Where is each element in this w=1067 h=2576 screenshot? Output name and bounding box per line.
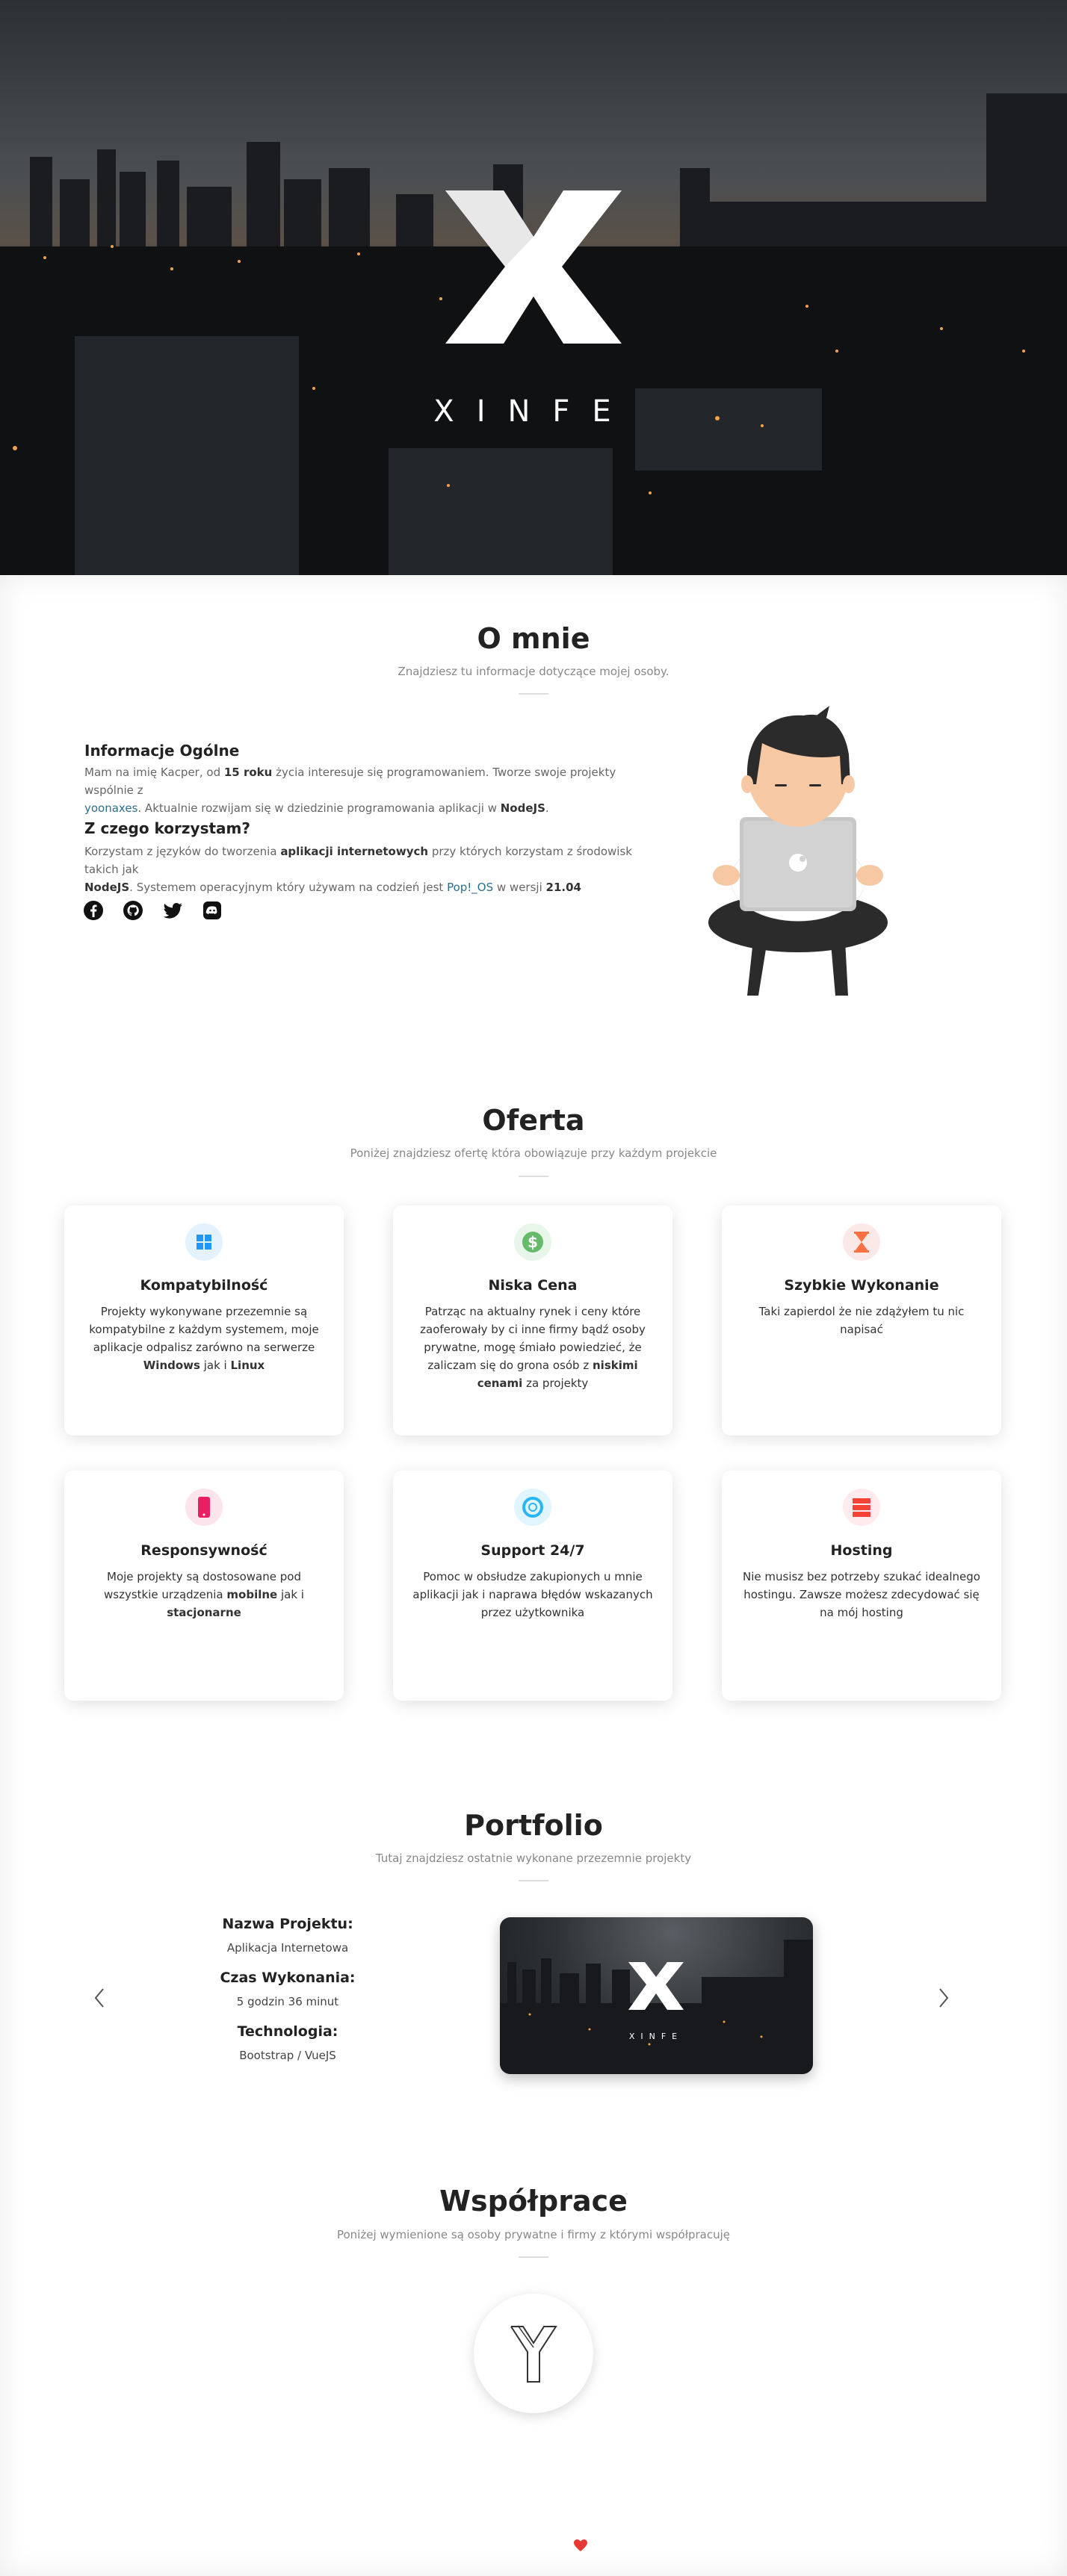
offer-card: Szybkie Wykonanie Taki zapierdol że nie z… bbox=[722, 1205, 1001, 1436]
offer-card-description: Moje projekty są dostosowane pod wszystk… bbox=[104, 1570, 304, 1619]
partner-logo[interactable] bbox=[474, 2294, 593, 2413]
project-tech-label: Technologia: bbox=[237, 2023, 338, 2040]
project-name-value: Aplikacja Internetowa bbox=[226, 1941, 349, 1955]
svg-text:$: $ bbox=[528, 1233, 538, 1251]
project-tech-value: Bootstrap / VueJS bbox=[239, 2049, 336, 2062]
project-time-label: Czas Wykonania: bbox=[220, 1970, 356, 1986]
general-heading: Informacje Ogólne bbox=[84, 742, 240, 760]
os-link[interactable]: Pop!_OS bbox=[447, 881, 493, 894]
twitter-icon[interactable] bbox=[161, 899, 184, 922]
offer-card-title: Hosting bbox=[830, 1542, 893, 1559]
project-time-value: 5 godzin 36 minut bbox=[236, 1995, 339, 2008]
project-name-label: Nazwa Projektu: bbox=[222, 1916, 353, 1932]
offer-card-title: Responsywność bbox=[140, 1542, 267, 1559]
brand-name: XINFE bbox=[433, 394, 634, 429]
offer-card-title: Niska Cena bbox=[488, 1277, 578, 1294]
offer-card-description: Pomoc w obsłudze zakupionych u mnie apli… bbox=[412, 1570, 653, 1619]
about-subtitle: Znajdziesz tu informacje dotyczące mojej… bbox=[398, 665, 669, 678]
mobile-icon bbox=[185, 1489, 223, 1526]
tools-text: Korzystam z języków do tworzenia aplikac… bbox=[84, 845, 632, 894]
divider bbox=[519, 2256, 548, 2258]
offer-card: Kompatybilność Projekty wykonywane przeze… bbox=[64, 1205, 344, 1436]
offer-card-description: Nie musisz bez potrzeby szukać idealnego… bbox=[743, 1570, 980, 1619]
about-title: O mnie bbox=[477, 622, 590, 655]
programmer-illustration bbox=[702, 702, 897, 1001]
tools-heading: Z czego korzystam? bbox=[84, 819, 250, 837]
offer-card-title: Kompatybilność bbox=[140, 1277, 268, 1294]
offer-card: $ Niska Cena Patrząc na aktualny rynek i c… bbox=[393, 1205, 672, 1436]
offer-card-description: Patrząc na aktualny rynek i ceny które z… bbox=[420, 1305, 646, 1390]
heart-icon bbox=[573, 2539, 588, 2552]
offer-subtitle: Poniżej znajdziesz ofertę która obowiązu… bbox=[350, 1146, 717, 1160]
lifebuoy-icon bbox=[514, 1489, 551, 1526]
offer-card-description: Taki zapierdol że nie zdążyłem tu nic na… bbox=[758, 1305, 965, 1336]
offer-card-title: Support 24/7 bbox=[480, 1542, 585, 1559]
github-icon[interactable] bbox=[122, 899, 144, 922]
x-logo-icon bbox=[445, 190, 622, 344]
offer-card: Responsywność Moje projekty są dostosowan… bbox=[64, 1471, 344, 1701]
divider bbox=[519, 1880, 548, 1881]
windows-icon bbox=[185, 1223, 223, 1261]
facebook-icon[interactable] bbox=[82, 899, 105, 922]
project-preview[interactable]: XINFE bbox=[500, 1917, 813, 2074]
offer-card-description: Projekty wykonywane przezemnie są kompat… bbox=[89, 1305, 319, 1372]
partner-link[interactable]: yoonaxes bbox=[84, 801, 137, 815]
offer-card-title: Szybkie Wykonanie bbox=[784, 1277, 939, 1294]
offer-card: Hosting Nie musisz bez potrzeby szukać id… bbox=[722, 1471, 1001, 1701]
partners-subtitle: Poniżej wymienione są osoby prywatne i f… bbox=[336, 2228, 731, 2241]
server-icon bbox=[843, 1489, 880, 1526]
carousel-next-icon[interactable] bbox=[933, 1983, 955, 2013]
carousel-prev-icon[interactable] bbox=[88, 1983, 111, 2013]
dollar-icon: $ bbox=[514, 1223, 551, 1261]
divider bbox=[519, 1176, 548, 1177]
partners-title: Współprace bbox=[439, 2185, 628, 2217]
discord-icon[interactable] bbox=[201, 899, 223, 922]
offer-card: Support 24/7 Pomoc w obsłudze zakupionych… bbox=[393, 1471, 672, 1701]
divider bbox=[519, 693, 548, 695]
preview-brand: XINFE bbox=[629, 2032, 683, 2041]
portfolio-title: Portfolio bbox=[464, 1809, 603, 1842]
portfolio-subtitle: Tutaj znajdziesz ostatnie wykonane przez… bbox=[375, 1852, 692, 1865]
social-links bbox=[82, 899, 223, 922]
offer-title: Oferta bbox=[482, 1104, 585, 1137]
hourglass-icon bbox=[843, 1223, 880, 1261]
general-text: Mam na imię Kacper, od 15 roku życia int… bbox=[84, 766, 616, 815]
hero-banner: XINFE bbox=[0, 0, 1067, 575]
